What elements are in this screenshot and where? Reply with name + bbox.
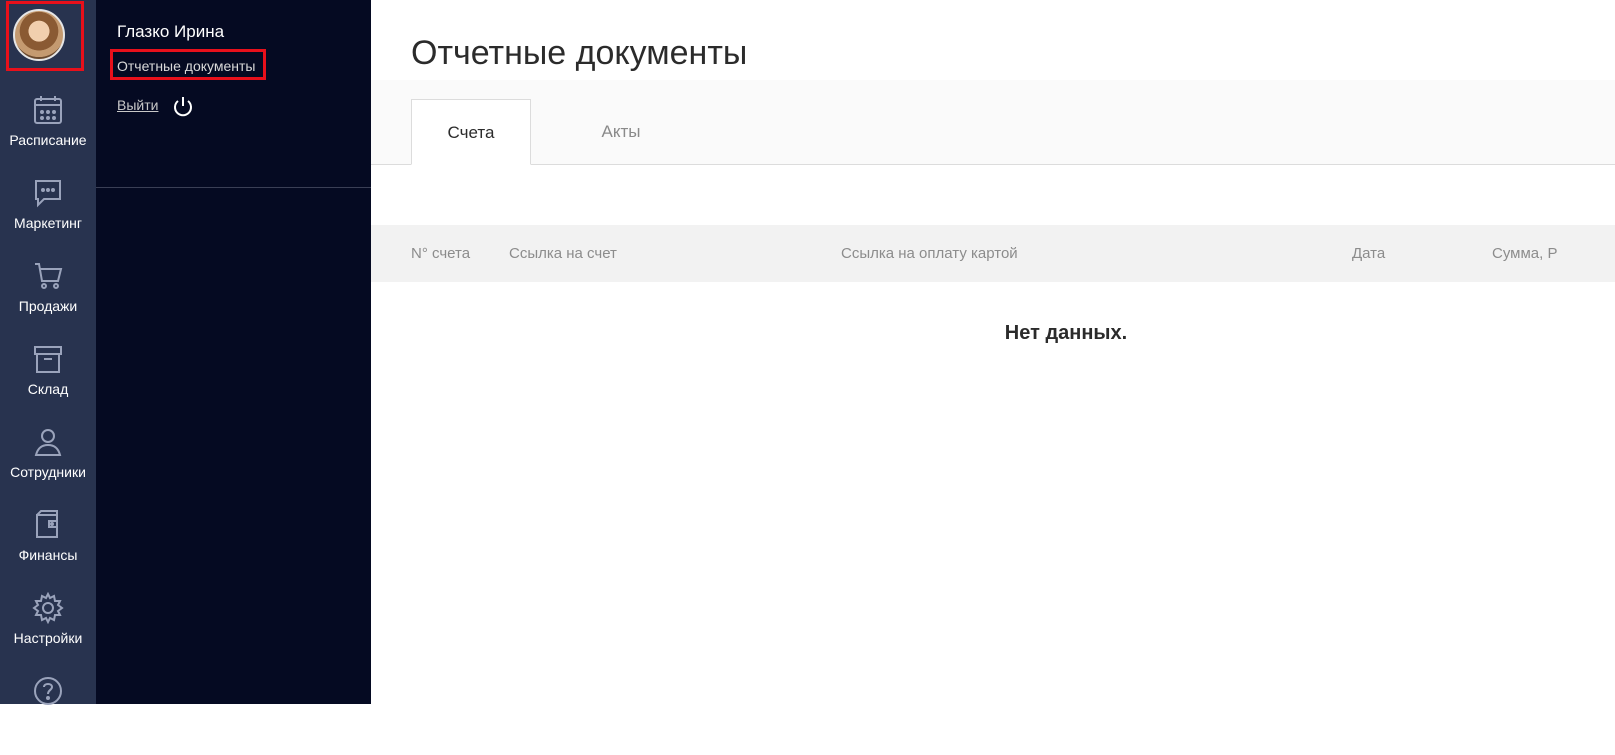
column-invoice-link: Ссылка на счет — [509, 245, 617, 262]
avatar[interactable] — [13, 9, 65, 61]
column-date: Дата — [1352, 245, 1386, 262]
column-card-payment-link: Ссылка на оплату картой — [841, 245, 1018, 262]
page-title: Отчетные документы — [411, 34, 748, 72]
person-icon — [34, 429, 62, 456]
panel-divider — [96, 187, 371, 188]
nav-settings-label: Настройки — [13, 630, 83, 646]
nav-schedule[interactable]: Расписание — [0, 94, 96, 174]
logout-link[interactable]: Выйти — [117, 97, 158, 113]
table-header: N° счета Ссылка на счет Ссылка на оплату… — [371, 225, 1615, 282]
nav-warehouse-label: Склад — [27, 381, 69, 397]
nav-staff-label: Сотрудники — [10, 464, 86, 480]
chat-icon — [35, 180, 61, 208]
nav-schedule-label: Расписание — [9, 132, 87, 148]
nav-marketing-label: Маркетинг — [13, 215, 83, 231]
nav-finance[interactable]: Финансы — [0, 509, 96, 589]
nav-sales[interactable]: Продажи — [0, 260, 96, 340]
tab-acts[interactable]: Акты — [561, 99, 681, 165]
user-name: Глазко Ирина — [117, 22, 225, 41]
box-icon — [34, 346, 62, 373]
nav-help[interactable] — [0, 675, 96, 755]
nav-marketing[interactable]: Маркетинг — [0, 177, 96, 257]
nav-staff[interactable]: Сотрудники — [0, 426, 96, 506]
help-icon — [34, 677, 62, 705]
main-content: Отчетные документы Счета Акты N° счета С… — [371, 0, 1615, 704]
tab-invoices[interactable]: Счета — [411, 99, 531, 165]
calendar-icon — [34, 96, 62, 124]
empty-state-text: Нет данных. — [1004, 322, 1128, 344]
tabs-bar: Счета Акты — [371, 80, 1615, 165]
cart-icon — [35, 263, 63, 289]
icon-rail: Расписание Маркетинг Продажи Склад Сотру… — [0, 0, 96, 705]
nav-settings[interactable]: Настройки — [0, 592, 96, 672]
power-icon[interactable] — [172, 96, 194, 118]
nav-sales-label: Продажи — [18, 298, 78, 314]
nav-finance-label: Финансы — [18, 547, 78, 563]
reporting-docs-link[interactable]: Отчетные документы — [117, 58, 256, 74]
wallet-icon — [36, 510, 58, 538]
nav-warehouse[interactable]: Склад — [0, 343, 96, 423]
user-panel: Глазко Ирина Отчетные документы Выйти — [96, 0, 371, 704]
column-amount: Сумма, Р — [1492, 245, 1558, 262]
gear-icon — [32, 592, 64, 624]
column-invoice-number: N° счета — [411, 245, 471, 262]
